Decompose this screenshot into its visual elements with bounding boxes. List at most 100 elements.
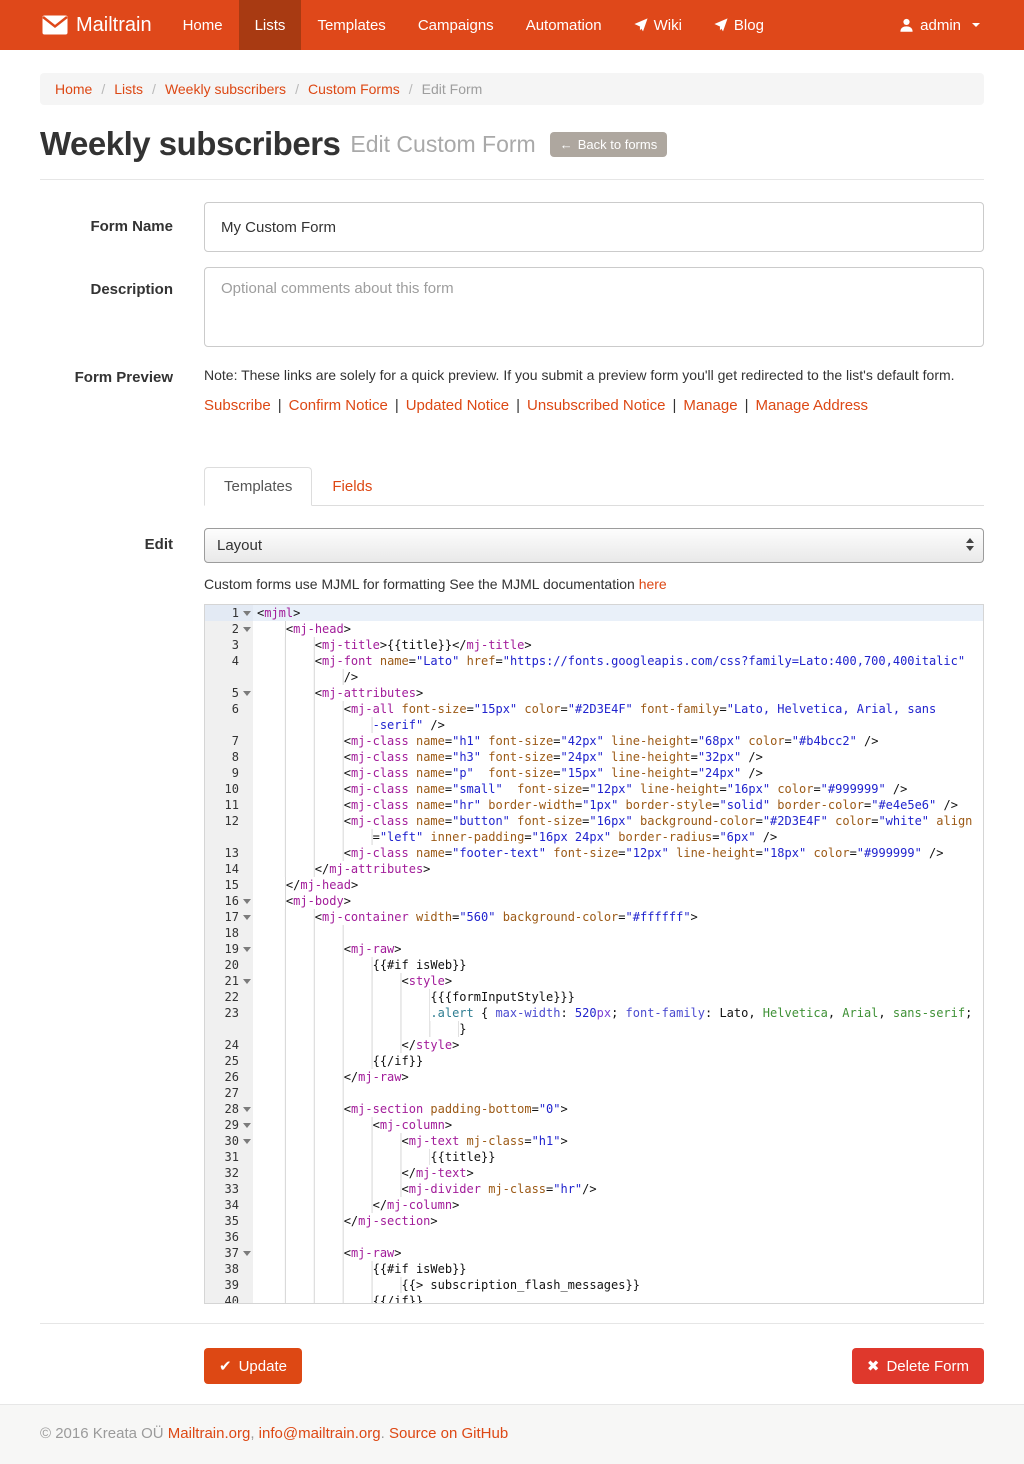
nav-item-blog[interactable]: Blog — [698, 0, 780, 50]
code-line[interactable]: 23 .alert { max-width: 520px; font-famil… — [205, 1005, 983, 1021]
preview-link-manage[interactable]: Manage — [683, 397, 737, 414]
email-link[interactable]: info@mailtrain.org — [259, 1425, 381, 1442]
breadcrumb-custom-forms[interactable]: Custom Forms — [308, 81, 400, 97]
code-line[interactable]: 8 <mj-class name="h3" font-size="24px" l… — [205, 749, 983, 765]
fold-toggle-icon[interactable] — [243, 1123, 251, 1128]
preview-link-updated-notice[interactable]: Updated Notice — [406, 397, 509, 414]
code-line[interactable]: 15 </mj-head> — [205, 877, 983, 893]
code-line[interactable]: 16 <mj-body> — [205, 893, 983, 909]
code-line[interactable]: 4 <mj-font name="Lato" href="https://fon… — [205, 653, 983, 669]
code-line[interactable]: 33 <mj-divider mj-class="hr"/> — [205, 1181, 983, 1197]
code-line[interactable]: 2 <mj-head> — [205, 621, 983, 637]
code-line[interactable]: 13 <mj-class name="footer-text" font-siz… — [205, 845, 983, 861]
code-line[interactable]: 34 </mj-column> — [205, 1197, 983, 1213]
nav-label: Automation — [526, 17, 602, 34]
nav-item-automation[interactable]: Automation — [510, 0, 618, 50]
fold-toggle-icon[interactable] — [243, 691, 251, 696]
description-textarea[interactable] — [204, 267, 984, 347]
github-link[interactable]: Source on GitHub — [389, 1425, 508, 1442]
code-line[interactable]: 40 {{/if}} — [205, 1293, 983, 1304]
code-line[interactable]: ="left" inner-padding="16px 24px" border… — [205, 829, 983, 845]
user-icon — [899, 18, 914, 33]
mailtrain-org-link[interactable]: Mailtrain.org — [168, 1425, 251, 1442]
nav-item-campaigns[interactable]: Campaigns — [402, 0, 510, 50]
code-line[interactable]: 22 {{{formInputStyle}}} — [205, 989, 983, 1005]
mjml-docs-link[interactable]: here — [639, 576, 667, 592]
fold-toggle-icon[interactable] — [243, 899, 251, 904]
code-line[interactable]: 35 </mj-section> — [205, 1213, 983, 1229]
breadcrumb-lists[interactable]: Lists — [114, 81, 143, 97]
fold-toggle-icon[interactable] — [243, 915, 251, 920]
code-line[interactable]: 27 — [205, 1085, 983, 1101]
user-menu[interactable]: admin — [883, 0, 996, 50]
code-line[interactable]: 9 <mj-class name="p" font-size="15px" li… — [205, 765, 983, 781]
code-line[interactable]: 3 <mj-title>{{title}}</mj-title> — [205, 637, 983, 653]
preview-link-subscribe[interactable]: Subscribe — [204, 397, 271, 414]
code-line[interactable]: 18 — [205, 925, 983, 941]
nav-label: Lists — [255, 17, 286, 34]
preview-link-manage-address[interactable]: Manage Address — [755, 397, 868, 414]
breadcrumb-home[interactable]: Home — [55, 81, 92, 97]
code-line[interactable]: 7 <mj-class name="h1" font-size="42px" l… — [205, 733, 983, 749]
delete-form-button[interactable]: ✖ Delete Form — [852, 1348, 984, 1384]
code-editor[interactable]: 1<mjml>2 <mj-head>3 <mj-title>{{title}}<… — [204, 604, 984, 1304]
code-text: {{#if isWeb}} — [253, 1261, 983, 1277]
fold-toggle-icon[interactable] — [243, 947, 251, 952]
nav-item-lists[interactable]: Lists — [239, 0, 302, 50]
code-line[interactable]: 36 — [205, 1229, 983, 1245]
brand-link[interactable]: Mailtrain — [0, 0, 167, 50]
nav-item-home[interactable]: Home — [167, 0, 239, 50]
code-line[interactable]: } — [205, 1021, 983, 1037]
nav-item-wiki[interactable]: Wiki — [618, 0, 698, 50]
code-line[interactable]: 5 <mj-attributes> — [205, 685, 983, 701]
code-line[interactable]: 29 <mj-column> — [205, 1117, 983, 1133]
code-line[interactable]: 1<mjml> — [205, 605, 983, 621]
gutter-cell: 19 — [205, 941, 253, 957]
code-line[interactable]: 38 {{#if isWeb}} — [205, 1261, 983, 1277]
breadcrumb-list-name[interactable]: Weekly subscribers — [165, 81, 286, 97]
code-text: <mj-divider mj-class="hr"/> — [253, 1181, 983, 1197]
code-line[interactable]: 19 <mj-raw> — [205, 941, 983, 957]
code-line[interactable]: 25 {{/if}} — [205, 1053, 983, 1069]
code-text: {{#if isWeb}} — [253, 957, 983, 973]
form-tabs: Templates Fields — [204, 467, 984, 506]
fold-toggle-icon[interactable] — [243, 611, 251, 616]
form-name-input[interactable] — [204, 202, 984, 252]
fold-toggle-icon[interactable] — [243, 1139, 251, 1144]
code-line[interactable]: 20 {{#if isWeb}} — [205, 957, 983, 973]
nav-item-templates[interactable]: Templates — [301, 0, 401, 50]
code-line[interactable]: 6 <mj-all font-size="15px" color="#2D3E4… — [205, 701, 983, 717]
tab-fields[interactable]: Fields — [312, 467, 392, 506]
code-line[interactable]: 26 </mj-raw> — [205, 1069, 983, 1085]
gutter-cell: 12 — [205, 813, 253, 829]
fold-toggle-icon[interactable] — [243, 1251, 251, 1256]
code-line[interactable]: 11 <mj-class name="hr" border-width="1px… — [205, 797, 983, 813]
code-line[interactable]: 30 <mj-text mj-class="h1"> — [205, 1133, 983, 1149]
code-line[interactable]: /> — [205, 669, 983, 685]
code-line[interactable]: 14 </mj-attributes> — [205, 861, 983, 877]
gutter-cell: 30 — [205, 1133, 253, 1149]
code-line[interactable]: 37 <mj-raw> — [205, 1245, 983, 1261]
tab-templates[interactable]: Templates — [204, 467, 312, 506]
edit-template-select[interactable]: Layout — [204, 528, 984, 563]
code-line[interactable]: 24 </style> — [205, 1037, 983, 1053]
code-line[interactable]: 10 <mj-class name="small" font-size="12p… — [205, 781, 983, 797]
gutter-cell: 6 — [205, 701, 253, 717]
preview-link-unsubscribed-notice[interactable]: Unsubscribed Notice — [527, 397, 665, 414]
code-line[interactable]: 12 <mj-class name="button" font-size="16… — [205, 813, 983, 829]
fold-toggle-icon[interactable] — [243, 979, 251, 984]
code-line[interactable]: 31 {{title}} — [205, 1149, 983, 1165]
code-line[interactable]: -serif" /> — [205, 717, 983, 733]
code-line[interactable]: 32 </mj-text> — [205, 1165, 983, 1181]
fold-toggle-icon[interactable] — [243, 627, 251, 632]
code-line[interactable]: 39 {{> subscription_flash_messages}} — [205, 1277, 983, 1293]
code-line[interactable]: 21 <style> — [205, 973, 983, 989]
code-line[interactable]: 17 <mj-container width="560" background-… — [205, 909, 983, 925]
back-to-forms-button[interactable]: ← Back to forms — [550, 132, 667, 157]
fold-toggle-icon[interactable] — [243, 1107, 251, 1112]
code-text: <mj-class name="h1" font-size="42px" lin… — [253, 733, 983, 749]
code-line[interactable]: 28 <mj-section padding-bottom="0"> — [205, 1101, 983, 1117]
update-button[interactable]: ✔ Update — [204, 1348, 302, 1384]
breadcrumb-current: Edit Form — [422, 81, 483, 97]
preview-link-confirm-notice[interactable]: Confirm Notice — [289, 397, 388, 414]
